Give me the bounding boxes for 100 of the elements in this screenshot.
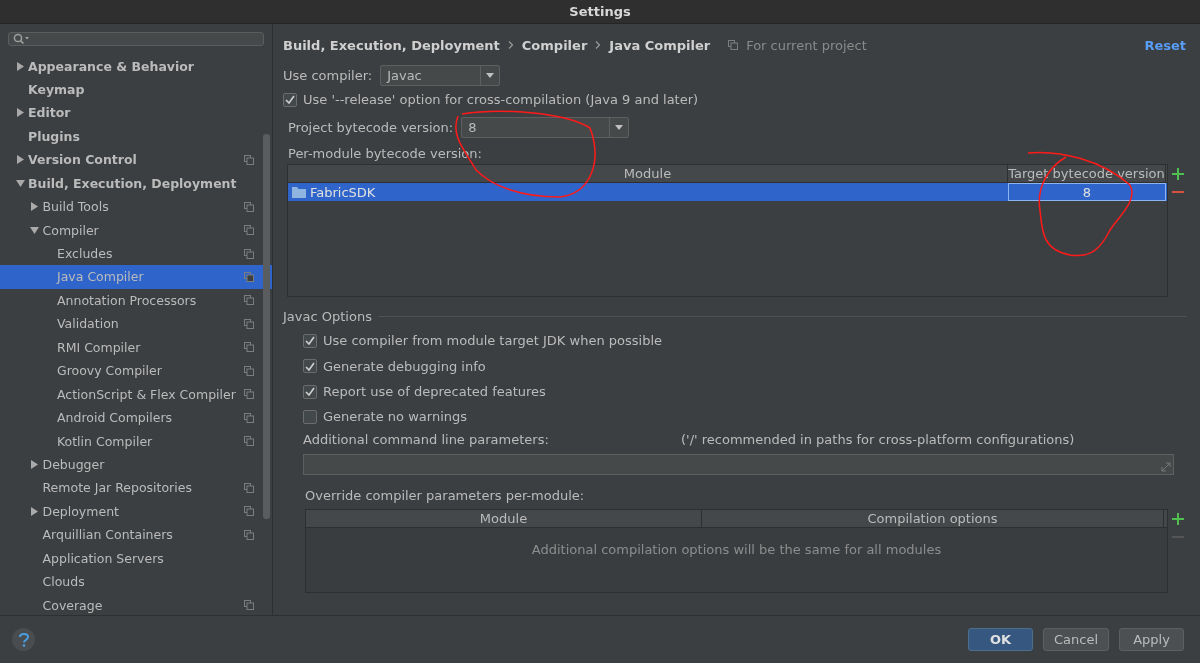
project-scope-icon <box>244 436 254 447</box>
expand-arrow-icon[interactable] <box>30 506 39 516</box>
tree-item[interactable]: Plugins <box>0 124 272 149</box>
tree-item[interactable]: Validation <box>0 312 272 336</box>
column-header[interactable]: Module <box>288 165 1008 183</box>
check-icon <box>305 361 315 371</box>
tree-item[interactable]: Appearance & Behavior <box>0 54 272 78</box>
tree-item-label: Plugins <box>28 128 81 144</box>
tree-item-label: Groovy Compiler <box>57 363 163 379</box>
project-scope-icon <box>244 248 254 259</box>
add-icon[interactable] <box>1172 168 1184 181</box>
breadcrumb-item[interactable]: Java Compiler <box>609 37 711 53</box>
checkbox-label: Use '--release' option for cross-compilation (Java 9 and later) <box>303 92 699 108</box>
table-row[interactable]: FabricSDK 8 <box>288 183 1167 202</box>
bytecode-version-dropdown[interactable]: 8 <box>461 117 630 139</box>
dialog-button[interactable]: OK <box>968 628 1033 652</box>
check-icon <box>285 95 295 105</box>
expand-arrow-icon[interactable] <box>30 202 39 212</box>
tree-item-label: Application Servers <box>42 550 165 566</box>
scope-note: For current project <box>746 37 867 53</box>
expand-arrow-icon[interactable] <box>15 155 25 165</box>
column-header[interactable]: Module <box>306 509 702 527</box>
checkbox[interactable] <box>303 359 317 374</box>
tree-item[interactable]: Compiler <box>0 218 272 242</box>
project-scope-icon <box>244 412 254 423</box>
chevron-icon <box>507 41 514 50</box>
breadcrumb-item[interactable]: Build, Execution, Deployment <box>283 37 500 53</box>
tree-item[interactable]: Application Servers <box>0 546 272 570</box>
expand-arrow-icon[interactable] <box>15 108 25 118</box>
project-scope-icon <box>244 482 254 493</box>
table-cell[interactable]: 8 <box>1008 183 1166 202</box>
tree-item-label: Version Control <box>28 152 138 168</box>
column-header[interactable]: Compilation options <box>702 509 1164 527</box>
field-label: Override compiler parameters per-module: <box>305 488 585 503</box>
parameters-field[interactable] <box>303 453 1174 475</box>
checkbox[interactable] <box>303 384 317 399</box>
tree-item-label: Remote Jar Repositories <box>42 480 193 496</box>
search-icon <box>13 33 29 46</box>
tree-item-label: Deployment <box>42 503 120 519</box>
tree-item[interactable]: Java Compiler <box>0 265 272 289</box>
expand-arrow-icon[interactable] <box>15 61 25 71</box>
reset-link[interactable]: Reset <box>1144 37 1186 53</box>
project-scope-icon <box>244 506 254 517</box>
field-label: Additional command line parameters: <box>303 432 550 447</box>
tree-item-label: Appearance & Behavior <box>28 58 195 74</box>
tree-item[interactable]: Deployment <box>0 499 272 524</box>
project-scope-icon <box>244 295 254 306</box>
module-name: FabricSDK <box>310 184 376 200</box>
dropdown-arrow-icon <box>486 73 495 79</box>
tree-item[interactable]: Remote Jar Repositories <box>0 476 272 500</box>
tree-item[interactable]: Build Tools <box>0 194 272 219</box>
tree-item[interactable]: ActionScript & Flex Compiler <box>0 382 272 406</box>
tree-item-label: Build, Execution, Deployment <box>28 175 238 191</box>
tree-item-label: Debugger <box>42 457 106 472</box>
tree-item[interactable]: Android Compilers <box>0 405 272 430</box>
tree-item[interactable]: Keymap <box>0 77 272 102</box>
window-title: Settings <box>569 4 631 20</box>
tree-item-label: ActionScript & Flex Compiler <box>57 386 237 402</box>
tree-item[interactable]: Editor <box>0 101 272 125</box>
expand-arrow-icon[interactable] <box>30 460 39 469</box>
tree-item[interactable]: Arquillian Containers <box>0 523 272 547</box>
tree-item-label: Clouds <box>42 574 86 590</box>
checkbox[interactable] <box>283 92 297 107</box>
tree-item[interactable]: Coverage <box>0 593 272 616</box>
compiler-dropdown[interactable]: Javac <box>380 65 501 87</box>
breadcrumb-item[interactable]: Compiler <box>521 37 588 53</box>
tree-item-label: Keymap <box>28 82 86 97</box>
search-field[interactable] <box>8 32 264 47</box>
column-header[interactable]: Target bytecode version <box>1008 165 1166 183</box>
tree-item-label: RMI Compiler <box>57 339 142 355</box>
collapse-arrow-icon[interactable] <box>15 178 25 188</box>
field-label: Project bytecode version: <box>288 120 454 136</box>
help-icon[interactable] <box>17 632 30 647</box>
project-scope-icon <box>244 201 254 212</box>
tree-item[interactable]: RMI Compiler <box>0 335 272 359</box>
tree-item[interactable]: Kotlin Compiler <box>0 429 272 453</box>
project-scope-icon <box>728 40 739 51</box>
tree-item[interactable]: Version Control <box>0 148 272 172</box>
tree-item[interactable]: Clouds <box>0 569 272 594</box>
tree-item[interactable]: Build, Execution, Deployment <box>0 171 272 195</box>
section-title: Javac Options <box>283 309 372 325</box>
scrollbar[interactable] <box>263 134 270 520</box>
checkbox-label: Generate no warnings <box>323 409 467 425</box>
dialog-button[interactable]: Apply <box>1119 628 1184 652</box>
collapse-arrow-icon[interactable] <box>30 225 39 235</box>
project-scope-icon <box>244 342 254 353</box>
project-scope-icon <box>244 600 254 611</box>
tree-item[interactable]: Annotation Processors <box>0 288 272 313</box>
dialog-button[interactable]: Cancel <box>1043 628 1109 652</box>
project-scope-icon <box>244 389 254 400</box>
tree-item[interactable]: Excludes <box>0 241 272 266</box>
tree-item-label: Coverage <box>42 597 104 613</box>
add-icon[interactable] <box>1172 512 1184 525</box>
tree-item-label: Editor <box>28 105 72 121</box>
checkbox[interactable] <box>303 409 317 424</box>
checkbox-label: Generate debugging info <box>323 358 486 374</box>
empty-table-message: Additional compilation options will be the same for all modules <box>531 541 942 557</box>
tree-item[interactable]: Groovy Compiler <box>0 359 272 383</box>
tree-item[interactable]: Debugger <box>0 452 272 477</box>
checkbox[interactable] <box>303 333 317 348</box>
